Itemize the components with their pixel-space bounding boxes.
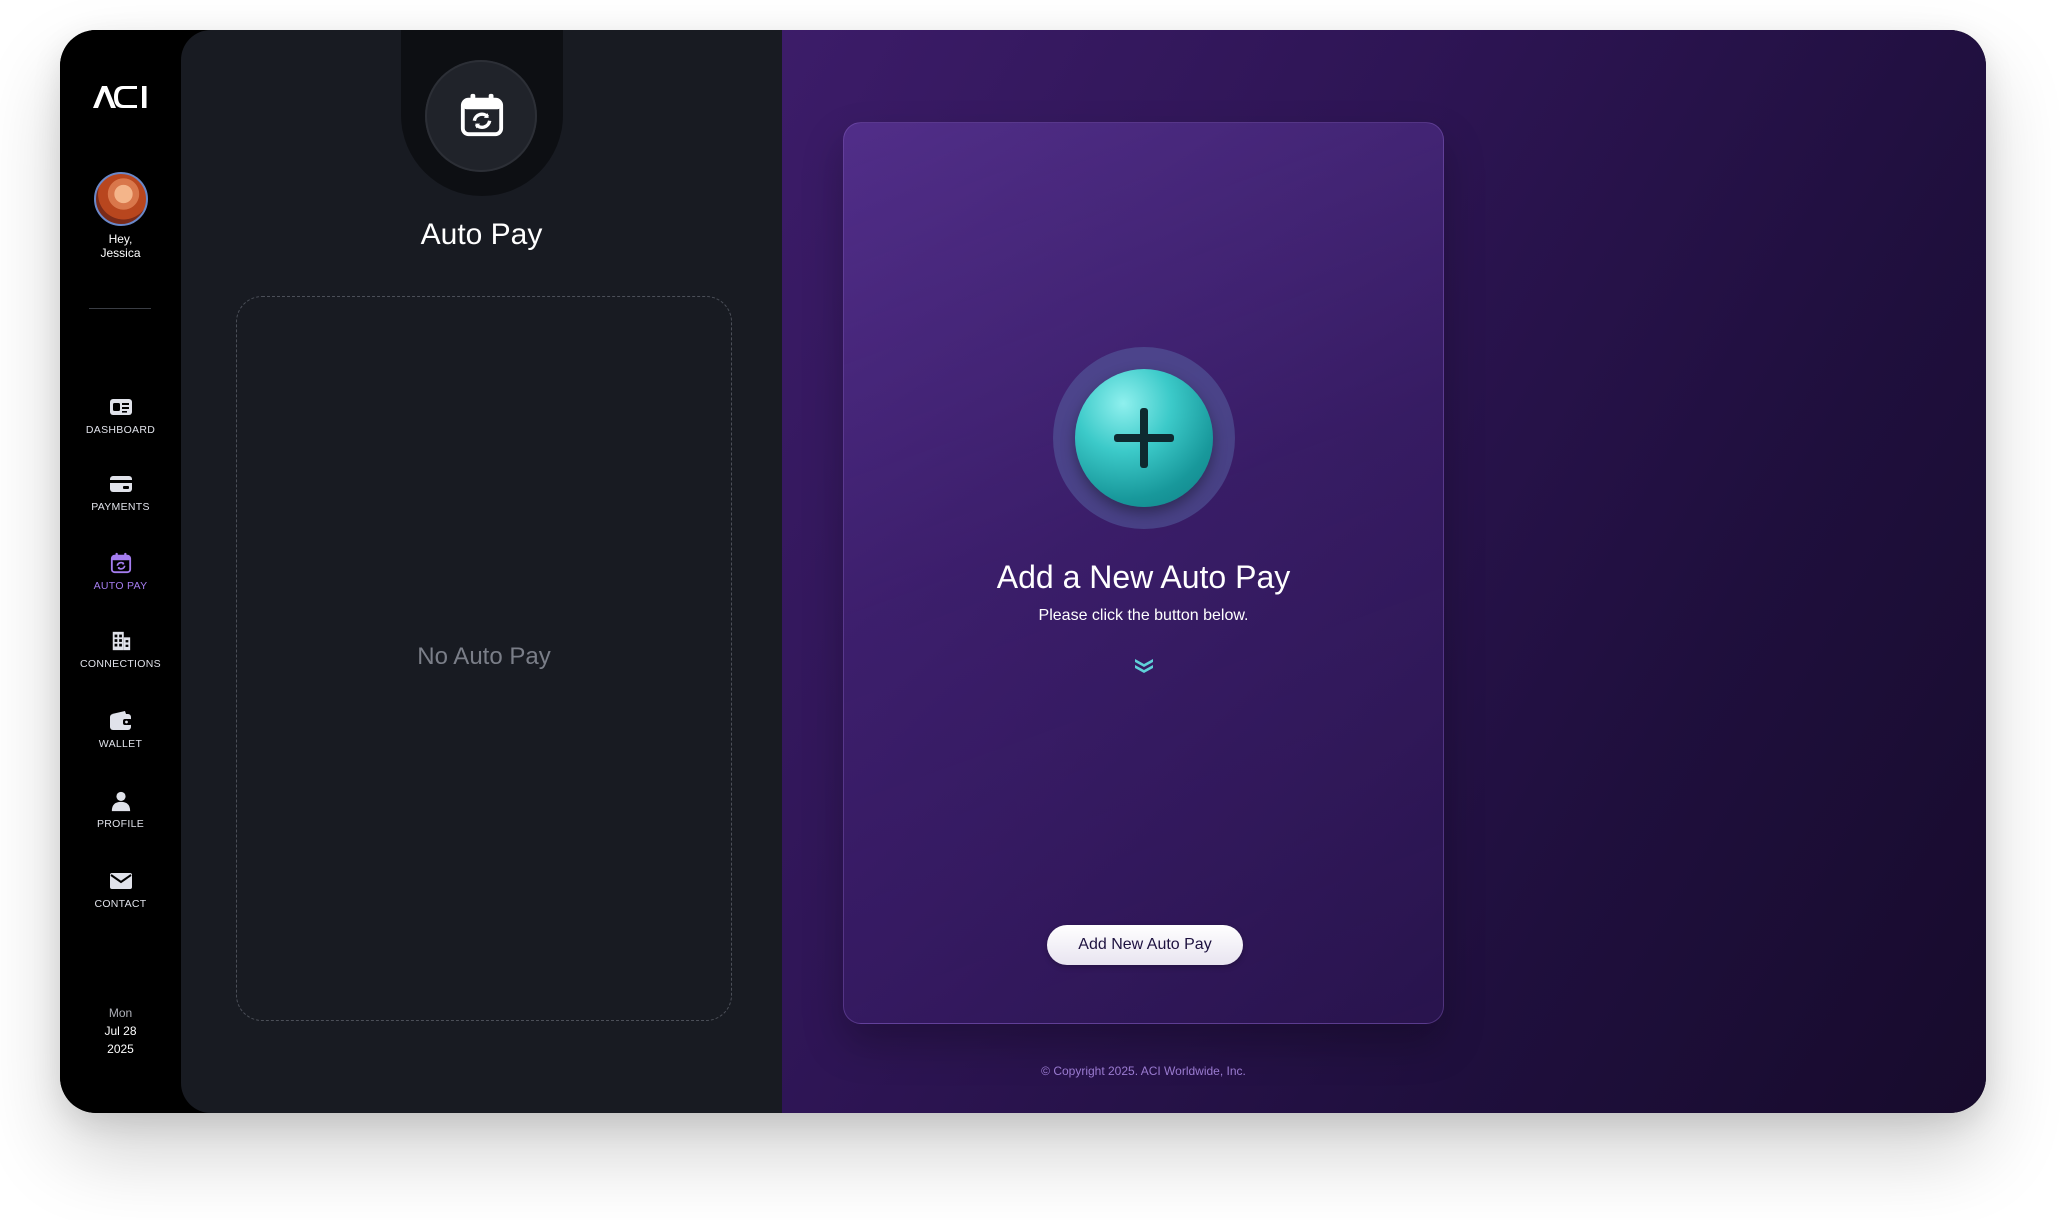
sidebar-item-profile[interactable]: PROFILE [60,790,181,830]
double-chevron-down-icon [1135,659,1153,673]
calendar-sync-icon [110,552,131,574]
sidebar-item-wallet[interactable]: WALLET [60,710,181,750]
credit-card-icon [109,476,132,492]
wallet-icon [109,711,132,730]
sidebar-item-connections[interactable]: CONNECTIONS [60,630,181,670]
date-month-day: Jul 28 [104,1024,137,1038]
user-name: Jessica [100,246,141,260]
envelope-icon [109,873,132,889]
autopay-empty-state: No Auto Pay [236,296,732,1021]
sidebar-item-autopay[interactable]: AUTO PAY [60,552,181,592]
person-icon [111,791,130,812]
sidebar-item-label: PAYMENTS [91,501,150,513]
sidebar-divider [89,308,151,309]
sidebar-item-label: CONTACT [94,898,147,910]
empty-state-text: No Auto Pay [417,643,551,670]
aci-logo-mark [92,86,146,108]
aci-logo[interactable] [60,84,181,114]
sidebar-item-label: WALLET [98,738,143,750]
sidebar-item-label: PROFILE [96,818,145,830]
sidebar-item-label: AUTO PAY [93,580,148,592]
sidebar-item-payments[interactable]: PAYMENTS [60,473,181,513]
date-year: 2025 [107,1042,134,1056]
sidebar-item-label: DASHBOARD [85,424,156,436]
add-new-autopay-button[interactable]: Add New Auto Pay [1047,925,1243,965]
sidebar-item-contact[interactable]: CONTACT [60,870,181,910]
page-title: Auto Pay [420,218,543,251]
app-window: Hey, Jessica DASHBOARD PAYMENTS AUTO PAY… [60,30,1986,1113]
panel-icon-badge [425,60,537,172]
dashboard-card-icon [109,399,132,415]
date-weekday: Mon [108,1006,133,1020]
add-autopay-plus-button[interactable] [1075,369,1213,507]
add-autopay-card: Add a New Auto Pay Please click the butt… [843,122,1444,1024]
sidebar-item-label: CONNECTIONS [80,658,161,670]
sidebar-item-dashboard[interactable]: DASHBOARD [60,396,181,436]
panel-header-notch [401,30,563,196]
plus-button-ring [1053,347,1235,529]
calendar-sync-icon [460,93,504,137]
greeting-line1: Hey, [108,232,133,246]
plus-icon [1114,408,1174,468]
add-autopay-title: Add a New Auto Pay [996,559,1291,595]
current-date: Mon Jul 28 2025 [60,1004,181,1058]
autopay-list-panel: Auto Pay No Auto Pay [181,30,782,1113]
copyright-footer: © Copyright 2025. ACI Worldwide, Inc. [1041,1064,1246,1078]
add-autopay-subtitle: Please click the button below. [1038,607,1249,624]
add-autopay-panel: Add a New Auto Pay Please click the butt… [782,30,1986,1113]
user-greeting: Hey, Jessica [60,232,181,260]
building-icon [112,631,130,651]
sidebar: Hey, Jessica DASHBOARD PAYMENTS AUTO PAY… [60,30,181,1113]
avatar[interactable] [94,172,148,226]
